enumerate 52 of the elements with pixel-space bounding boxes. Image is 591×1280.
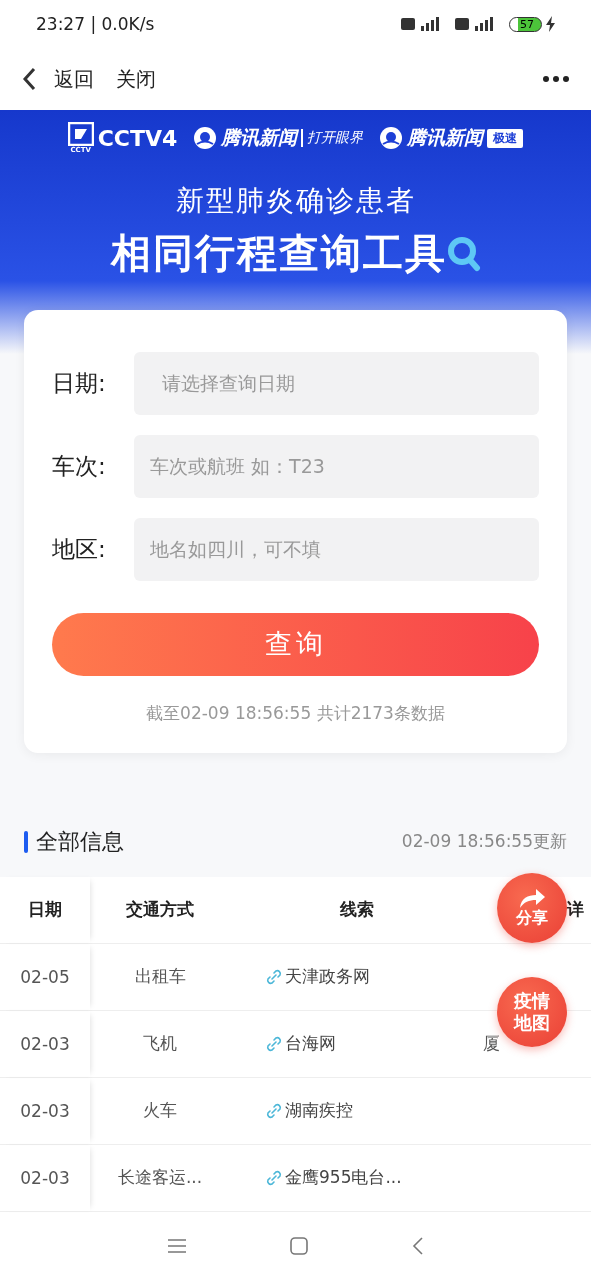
logo-icon (379, 126, 404, 151)
banner-title: 相同行程查询工具 (110, 229, 447, 279)
link-icon (265, 967, 283, 986)
link-icon (265, 1101, 283, 1120)
section-marker (24, 830, 28, 853)
logo-icon (67, 122, 94, 147)
link-icon (265, 1034, 283, 1053)
home-icon[interactable] (289, 1236, 308, 1255)
clue-link[interactable]: 湖南疾控 (285, 1099, 353, 1123)
clue-link[interactable]: 台海网 (285, 1032, 336, 1056)
table-cell-text: 飞机 (142, 1032, 178, 1056)
logo-badge: 极速 (487, 128, 524, 148)
column-header: 详 (567, 899, 584, 920)
table-cell: 厦 (483, 1033, 500, 1054)
field-label: 日期: (52, 368, 107, 398)
field-label: 地区: (52, 534, 107, 564)
field-label: 车次: (52, 451, 107, 481)
input-field[interactable]: 请选择查询日期 (134, 351, 539, 415)
logo-text: CCTV4 (97, 125, 178, 151)
table-cell: 02-03 (0, 1144, 90, 1211)
column-header: 日期 (0, 876, 90, 943)
input-field[interactable]: 地名如四川，可不填 (134, 517, 539, 581)
data-count-note: 截至02-09 18:56:55 共计2173条数据 (145, 701, 446, 725)
back-button[interactable]: 返回 (50, 65, 98, 93)
section-title: 全部信息 (36, 827, 124, 856)
close-button[interactable]: 关闭 (112, 65, 160, 93)
input-field[interactable]: 车次或航班 如：T23 (134, 434, 539, 498)
charging-icon (546, 16, 555, 33)
logo-icon (193, 126, 218, 151)
logo-slogan: 打开眼界 (301, 129, 364, 148)
logo-text: 腾讯新闻 (221, 125, 298, 151)
back-icon[interactable] (22, 67, 36, 92)
table-cell: 02-03 (0, 1077, 90, 1144)
link-icon (265, 1168, 283, 1187)
clue-link[interactable]: 天津政务网 (285, 965, 370, 989)
table-cell: 02-05 (0, 943, 90, 1010)
table-cell: 02-03 (0, 1010, 90, 1077)
battery-icon: 57 (509, 16, 542, 32)
table-cell-text: 出租车 (133, 965, 187, 989)
more-icon[interactable] (543, 76, 569, 83)
table-cell-text: 长途客运... (116, 1166, 204, 1190)
share-icon (518, 888, 546, 909)
menu-icon[interactable] (167, 1238, 186, 1253)
status-time: 23:27 | 0.0K/s (36, 14, 155, 35)
logo-text: 腾讯新闻 (407, 125, 484, 151)
table-cell-text: 火车 (142, 1099, 178, 1123)
update-time: 02-09 18:56:55更新 (401, 830, 567, 854)
column-header: 线索 (338, 898, 375, 922)
banner-subtitle: 新型肺炎确诊患者 (175, 183, 416, 220)
column-header: 交通方式 (125, 898, 195, 922)
search-icon (446, 235, 481, 272)
clue-link[interactable]: 金鹰955电台... (285, 1166, 402, 1190)
